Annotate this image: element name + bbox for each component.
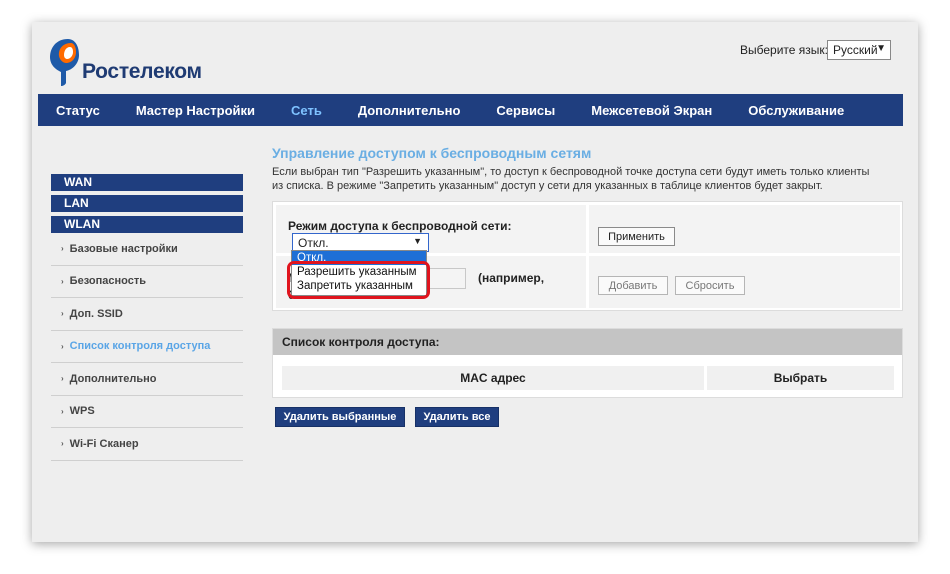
sidebar-item-advanced[interactable]: › Дополнительно xyxy=(51,363,243,396)
sidebar-item-access-control[interactable]: › Список контроля доступа xyxy=(51,331,243,363)
sidebar-wlan-list: › Базовые настройки › Безопасность › Доп… xyxy=(51,233,243,461)
page-title: Управление доступом к беспроводным сетям xyxy=(272,145,592,161)
language-select[interactable]: Русский ▼ xyxy=(827,40,891,60)
language-value: Русский xyxy=(833,43,878,57)
rostelecom-logo: Ростелеком xyxy=(48,36,228,88)
router-admin-window: Ростелеком Выберите язык: Русский ▼ Стат… xyxy=(32,22,918,542)
mac-example-text: (например, xyxy=(478,271,545,285)
sidebar-item-label: Базовые настройки xyxy=(69,242,178,255)
sidebar-item-security[interactable]: › Безопасность xyxy=(51,266,243,298)
access-control-list: Список контроля доступа: MAC адрес Выбра… xyxy=(272,328,903,398)
sidebar-item-wifi-scanner[interactable]: › Wi-Fi Сканер xyxy=(51,428,243,461)
acl-title: Список контроля доступа: xyxy=(273,329,902,355)
sidebar-item-basic[interactable]: › Базовые настройки xyxy=(51,233,243,266)
sidebar-item-label: Список контроля доступа xyxy=(69,340,211,353)
acl-column-mac: MAC адрес xyxy=(282,366,704,390)
access-mode-label: Режим доступа к беспроводной сети: xyxy=(288,219,512,233)
sidebar-item-label: Безопасность xyxy=(69,275,146,288)
sidebar-section-lan[interactable]: LAN xyxy=(51,195,243,212)
chevron-down-icon: ▼ xyxy=(876,43,886,54)
nav-status[interactable]: Статус xyxy=(38,103,118,118)
nav-network[interactable]: Сеть xyxy=(273,103,340,118)
chevron-down-icon: ▼ xyxy=(413,236,422,246)
acl-column-select: Выбрать xyxy=(707,366,894,390)
highlight-annotation xyxy=(287,261,430,299)
access-mode-value: Откл. xyxy=(298,236,329,250)
nav-wizard[interactable]: Мастер Настройки xyxy=(118,103,273,118)
chevron-right-icon: › xyxy=(61,309,64,319)
nav-maintenance[interactable]: Обслуживание xyxy=(730,103,862,118)
sidebar-item-wps[interactable]: › WPS xyxy=(51,396,243,428)
sidebar-item-label: Wi-Fi Сканер xyxy=(69,437,139,450)
delete-all-button[interactable]: Удалить все xyxy=(415,407,499,427)
nav-advanced[interactable]: Дополнительно xyxy=(340,103,479,118)
chevron-right-icon: › xyxy=(61,374,64,384)
page-description: Если выбран тип "Разрешить указанным", т… xyxy=(272,166,870,192)
chevron-right-icon: › xyxy=(61,276,64,286)
sidebar-item-extra-ssid[interactable]: › Доп. SSID xyxy=(51,298,243,331)
reset-button[interactable]: Сбросить xyxy=(675,276,745,295)
sidebar-item-label: Доп. SSID xyxy=(69,307,123,320)
language-label: Выберите язык: xyxy=(740,43,828,57)
sidebar-section-wlan[interactable]: WLAN xyxy=(51,216,243,233)
brand-name: Ростелеком xyxy=(82,60,202,83)
nav-firewall[interactable]: Межсетевой Экран xyxy=(573,103,730,118)
delete-selected-button[interactable]: Удалить выбранные xyxy=(275,407,405,427)
apply-button[interactable]: Применить xyxy=(598,227,675,246)
sidebar-item-label: WPS xyxy=(69,405,95,418)
chevron-right-icon: › xyxy=(61,244,64,254)
sidebar-item-label: Дополнительно xyxy=(69,372,157,385)
sidebar-section-wan[interactable]: WAN xyxy=(51,174,243,191)
chevron-right-icon: › xyxy=(61,439,64,449)
main-nav: Статус Мастер Настройки Сеть Дополнитель… xyxy=(38,94,903,126)
chevron-right-icon: › xyxy=(61,406,64,416)
nav-services[interactable]: Сервисы xyxy=(478,103,573,118)
chevron-right-icon: › xyxy=(61,341,64,351)
add-button[interactable]: Добавить xyxy=(598,276,668,295)
rostelecom-logo-icon xyxy=(50,39,79,86)
